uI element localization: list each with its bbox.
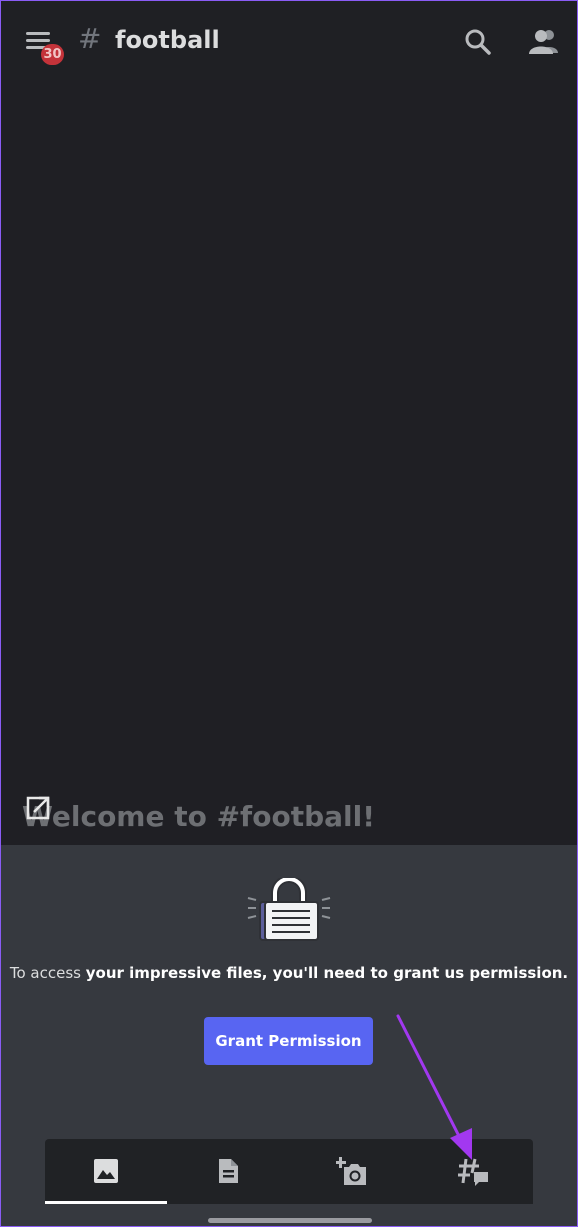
hamburger-icon-bar <box>26 39 50 42</box>
members-button[interactable] <box>526 26 562 58</box>
image-icon <box>94 1159 118 1183</box>
channel-title: football <box>115 26 220 54</box>
grant-permission-button[interactable]: Grant Permission <box>204 1017 373 1065</box>
external-link-icon <box>26 796 50 820</box>
tab-selected-indicator <box>45 1201 167 1204</box>
document-icon <box>219 1159 238 1183</box>
annotation-arrow-icon <box>396 1014 472 1160</box>
hamburger-icon-bar <box>26 32 50 35</box>
threads-icon <box>458 1158 488 1186</box>
edit-channel-button[interactable] <box>26 795 52 821</box>
channel-header: 30 # football <box>0 0 578 80</box>
tab-images[interactable] <box>45 1139 167 1204</box>
welcome-heading: Welcome to #football! <box>22 800 375 833</box>
notification-badge: 30 <box>41 44 64 65</box>
permission-message-prefix: To access <box>9 964 86 982</box>
camera-add-icon <box>336 1157 366 1185</box>
home-indicator <box>208 1218 372 1223</box>
lock-icon <box>247 875 331 941</box>
lock-illustration <box>246 875 332 942</box>
permission-message: To access your impressive files, you'll … <box>0 964 578 982</box>
chat-area <box>0 80 578 845</box>
search-icon <box>465 29 491 55</box>
tab-files[interactable] <box>167 1139 289 1204</box>
permission-message-bold: your impressive files, you'll need to gr… <box>85 964 569 982</box>
search-button[interactable] <box>462 26 494 58</box>
members-icon <box>529 30 558 54</box>
channel-hash-icon: # <box>78 22 102 55</box>
